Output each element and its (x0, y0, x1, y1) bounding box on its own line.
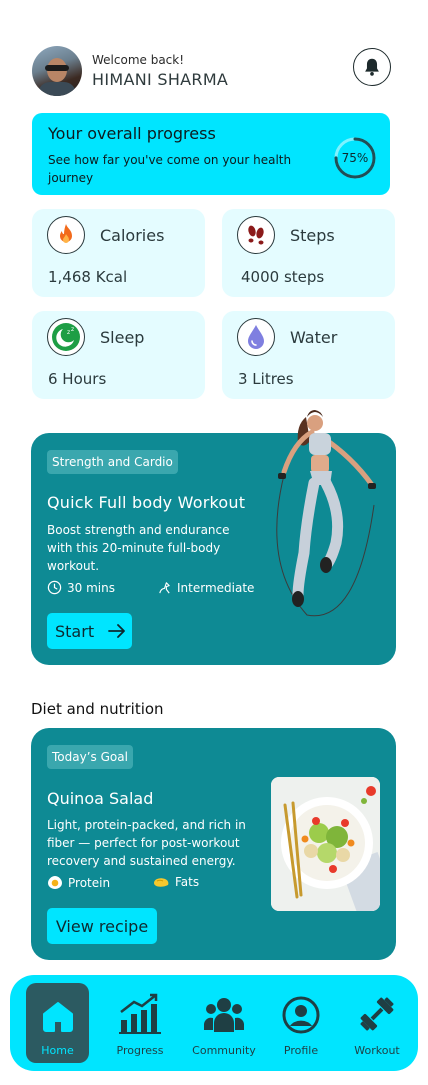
fats-label: Fats (175, 875, 200, 889)
bar-chart-icon (119, 993, 161, 1034)
workout-title: Quick Full body Workout (47, 493, 246, 512)
calories-value: 1,468 Kcal (48, 268, 128, 286)
butter-icon (154, 878, 169, 887)
welcome-text: Welcome back! (92, 53, 185, 67)
woman-jumping-rope-image (276, 410, 376, 617)
bell-icon (365, 58, 379, 76)
diet-tag: Today’s Goal (47, 745, 133, 769)
footsteps-icon (248, 225, 264, 245)
calories-title: Calories (100, 226, 165, 245)
svg-text:z: z (67, 329, 70, 336)
steps-value: 4000 steps (241, 268, 325, 286)
start-workout-button[interactable]: Start (47, 613, 132, 649)
steps-icon-wrap (237, 216, 275, 254)
protein-label: Protein (68, 875, 111, 890)
moon-sleep-icon: z z (52, 323, 80, 351)
nav-progress-label: Progress (116, 1044, 164, 1057)
user-name: HIMANI SHARMA (92, 70, 229, 89)
fire-icon (60, 224, 72, 243)
steps-title: Steps (290, 226, 335, 245)
start-label: Start (55, 621, 95, 641)
diet-section-title: Diet and nutrition (31, 700, 164, 718)
nav-community-label: Community (192, 1044, 256, 1057)
svg-text:z: z (71, 326, 74, 333)
progress-percent: 75% (341, 151, 369, 165)
nav-profile-label: Profile (283, 1044, 319, 1057)
home-icon (42, 1002, 73, 1032)
clock-icon (47, 580, 62, 595)
fats-info: Fats (152, 875, 199, 889)
diet-description: Light, protein-packed, and rich in fiber… (47, 818, 246, 868)
egg-icon (48, 876, 62, 889)
nav-progress[interactable]: Progress (108, 983, 172, 1063)
workout-description: Boost strength and endurance with this 2… (47, 523, 230, 573)
nav-profile[interactable]: Profile (276, 983, 326, 1063)
diet-title: Quinoa Salad (47, 789, 154, 808)
water-title: Water (290, 328, 338, 347)
level-label: Intermediate (177, 580, 255, 595)
arrow-right-icon (108, 624, 125, 638)
workout-tag: Strength and Cardio (47, 450, 178, 474)
nav-workout[interactable]: Workout (350, 983, 404, 1063)
avatar[interactable] (32, 46, 82, 96)
nav-home-label: Home (41, 1044, 74, 1057)
progress-title: Your overall progress (48, 124, 216, 143)
sleep-icon-wrap: z z (47, 318, 85, 356)
sleep-title: Sleep (100, 328, 145, 347)
view-recipe-label: View recipe (55, 916, 149, 936)
workout-duration: 30 mins (47, 580, 115, 595)
duration-label: 30 mins (67, 580, 115, 595)
notifications-button[interactable] (353, 48, 391, 86)
sleep-value: 6 Hours (48, 370, 107, 388)
profile-icon (282, 996, 320, 1034)
workout-level: Intermediate (157, 580, 254, 595)
water-icon-wrap (237, 318, 275, 356)
nav-home[interactable]: Home (26, 983, 89, 1063)
nav-workout-label: Workout (354, 1044, 400, 1057)
dumbbell-icon (360, 997, 394, 1031)
water-value: 3 Litres (238, 370, 294, 388)
calories-icon-wrap (47, 216, 85, 254)
water-drop-icon (248, 325, 264, 349)
level-icon (159, 582, 170, 594)
quinoa-salad-image (271, 777, 380, 911)
people-icon (204, 998, 244, 1032)
progress-description: See how far you've come on your health j… (48, 153, 292, 185)
nav-community[interactable]: Community (190, 983, 258, 1063)
view-recipe-button[interactable]: View recipe (47, 908, 157, 944)
protein-info: Protein (47, 875, 110, 890)
